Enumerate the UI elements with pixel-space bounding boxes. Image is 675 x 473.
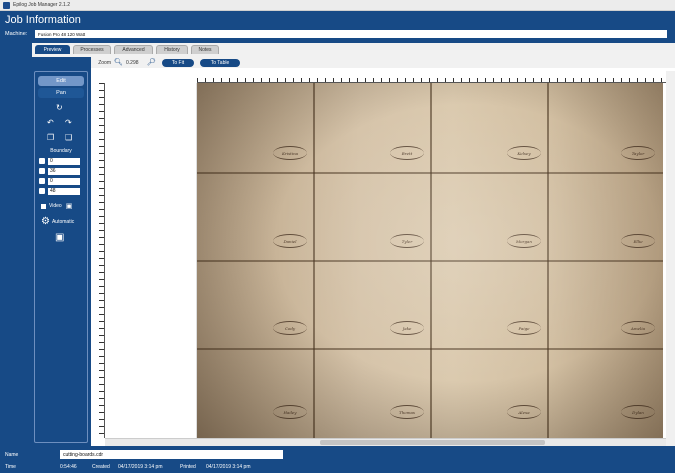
machine-label: Machine:	[5, 31, 28, 37]
automatic-toggle[interactable]: ⚙ Automatic	[41, 216, 74, 227]
window-title: Epilog Job Manager 2.1.2	[13, 2, 70, 8]
job-footer: Name cutting-boards.cdr Time 0:54:46 Cre…	[0, 446, 675, 473]
automatic-label: Automatic	[51, 218, 75, 225]
tool-panel: Edit Pan ↻ ↶ ↷ ❐ ❑ Boundary 0 36 0 48 Vi…	[34, 71, 88, 443]
gear-icon[interactable]: ⚙	[41, 216, 50, 227]
zoom-label: Zoom	[98, 59, 111, 66]
boundary-left-icon	[39, 178, 45, 184]
boundary-top-input[interactable]: 0	[48, 157, 80, 165]
time-value: 0:54:46	[60, 464, 77, 470]
boundary-top-icon	[39, 158, 45, 164]
left-ruler	[91, 83, 105, 438]
boundary-height-row: 48	[39, 187, 87, 195]
sidebar: Edit Pan ↻ ↶ ↷ ❐ ❑ Boundary 0 36 0 48 Vi…	[0, 57, 91, 446]
video-camera-icon[interactable]: ▣	[66, 202, 73, 210]
to-table-button[interactable]: To Table	[200, 58, 240, 67]
app-logo-icon	[3, 1, 10, 9]
to-fit-button[interactable]: To Fit	[162, 58, 194, 67]
copy-icon[interactable]: ❐	[47, 134, 54, 142]
tab-bar: Preview Processes Advanced History Notes	[0, 39, 675, 57]
page-title: Job Information	[0, 11, 675, 29]
boundary-height-input[interactable]: 48	[48, 187, 80, 195]
edit-button[interactable]: Edit	[38, 76, 84, 86]
boundary-label: Boundary	[50, 148, 72, 154]
tab-processes[interactable]: Processes	[73, 45, 111, 54]
created-label: Created	[92, 464, 110, 470]
zoom-out-icon[interactable]: 🔍︎	[114, 58, 123, 67]
pan-button[interactable]: Pan	[38, 88, 84, 98]
paste-icon[interactable]: ❑	[65, 134, 72, 142]
job-name-field[interactable]: cutting-boards.cdr	[60, 450, 283, 459]
preview-toolbar: Zoom 🔍︎ 0.298 🔎︎ To Fit To Table	[91, 57, 675, 68]
zoom-in-icon[interactable]: 🔎︎	[147, 58, 156, 67]
refresh-icon[interactable]: ↻	[56, 104, 63, 112]
video-label: Video	[49, 203, 62, 209]
top-ruler	[197, 71, 666, 83]
boundary-width-row: 36	[39, 167, 87, 175]
video-toggle[interactable]: Video ▣	[41, 202, 72, 210]
horizontal-scrollbar[interactable]	[105, 438, 666, 446]
created-value: 04/17/2019 3:14 pm	[118, 464, 163, 470]
work-area[interactable]	[105, 83, 197, 438]
boundary-width-icon	[39, 168, 45, 174]
boundary-left-row: 0	[39, 177, 87, 185]
tab-history[interactable]: History	[156, 45, 188, 54]
camera-preview[interactable]: Kristina Brett Kelsey Taylor Daniel Tyle…	[197, 83, 663, 438]
window-titlebar: Epilog Job Manager 2.1.2	[0, 0, 675, 11]
redo-icon[interactable]: ↷	[65, 119, 72, 127]
boundary-width-input[interactable]: 36	[48, 167, 80, 175]
boundary-height-icon	[39, 188, 45, 194]
boundary-top-row: 0	[39, 157, 87, 165]
zoom-value: 0.298	[126, 59, 139, 66]
tab-preview[interactable]: Preview	[35, 45, 70, 54]
machine-select[interactable]: Fusion Pro 48 120 Watt	[35, 30, 667, 38]
tab-advanced[interactable]: Advanced	[114, 45, 153, 54]
boundary-left-input[interactable]: 0	[48, 177, 80, 185]
machine-row: Machine: Fusion Pro 48 120 Watt	[0, 29, 675, 39]
printed-value: 04/17/2019 3:14 pm	[206, 464, 251, 470]
vertical-scrollbar[interactable]	[666, 71, 675, 446]
time-label: Time	[5, 464, 16, 470]
tab-notes[interactable]: Notes	[191, 45, 219, 54]
horizontal-scroll-thumb[interactable]	[320, 440, 545, 445]
camera-icon[interactable]: ▣	[55, 233, 64, 243]
video-checkbox[interactable]	[41, 203, 46, 209]
vignette	[197, 83, 663, 438]
job-name-label: Name	[5, 452, 19, 458]
undo-icon[interactable]: ↶	[47, 119, 54, 127]
printed-label: Printed	[180, 464, 196, 470]
